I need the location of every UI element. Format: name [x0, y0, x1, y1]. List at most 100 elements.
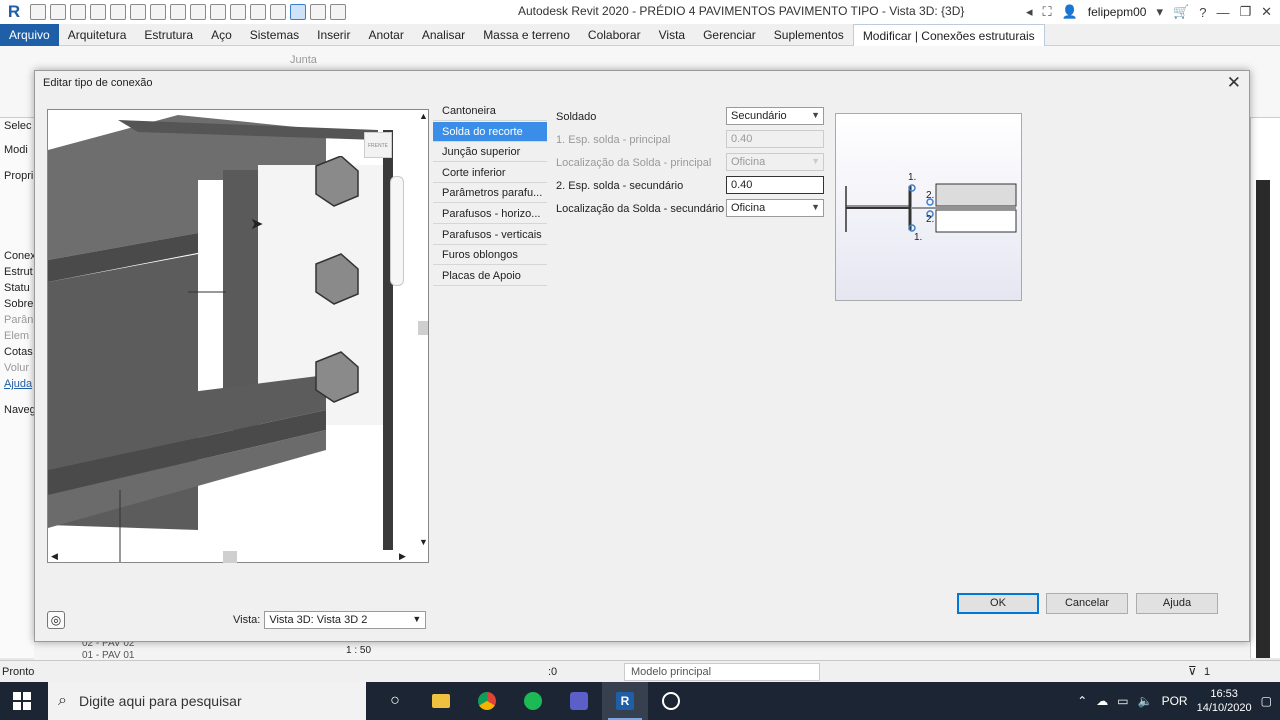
redo-icon[interactable]: [130, 4, 146, 20]
battery-icon[interactable]: ▭: [1117, 694, 1128, 708]
open-icon[interactable]: [50, 4, 66, 20]
minimize-icon[interactable]: —: [1216, 5, 1229, 20]
tab-arquivo[interactable]: Arquivo: [0, 23, 59, 46]
view-cube[interactable]: FRENTE: [364, 132, 392, 158]
help-icon[interactable]: ?: [1199, 5, 1206, 20]
scroll-up-icon[interactable]: ▲: [419, 111, 428, 121]
left-panel-item[interactable]: Conex: [0, 248, 37, 264]
nav-item-placas-de-apoio[interactable]: Placas de Apoio: [433, 266, 547, 286]
nav-item-juncao-superior[interactable]: Junção superior: [433, 142, 547, 163]
close-hidden-icon[interactable]: [310, 4, 326, 20]
weld-thickness-primary-field: 0.40: [726, 130, 824, 148]
3d-model-render: [48, 115, 393, 562]
nav-item-furos-oblongos[interactable]: Furos oblongos: [433, 245, 547, 266]
taskbar-search-box[interactable]: ⌕ Digite aqui para pesquisar: [48, 682, 366, 720]
scroll-right-icon[interactable]: ▶: [399, 551, 406, 562]
print-icon[interactable]: [150, 4, 166, 20]
thin-lines-icon[interactable]: [290, 4, 306, 20]
tab-modificar-conexoes[interactable]: Modificar | Conexões estruturais: [852, 23, 1045, 46]
restore-icon[interactable]: ❐: [1239, 4, 1251, 20]
tab-aco[interactable]: Aço: [202, 24, 241, 46]
notifications-icon[interactable]: ▢: [1261, 694, 1272, 708]
tab-gerenciar[interactable]: Gerenciar: [694, 24, 765, 46]
nav-item-parafusos-horizontais[interactable]: Parafusos - horizo...: [433, 204, 547, 224]
scale-label[interactable]: 1 : 50: [346, 645, 371, 656]
clock[interactable]: 16:53 14/10/2020: [1197, 687, 1252, 715]
tab-vista[interactable]: Vista: [650, 24, 694, 46]
title-bar: R Autodesk Revit 2020 - PRÉDIO 4 PAVIMEN…: [0, 0, 1280, 24]
tab-colaborar[interactable]: Colaborar: [579, 24, 650, 46]
text-icon[interactable]: [230, 4, 246, 20]
tab-analisar[interactable]: Analisar: [413, 24, 474, 46]
measure-icon[interactable]: [170, 4, 186, 20]
tag-icon[interactable]: [210, 4, 226, 20]
chrome-icon[interactable]: [464, 682, 510, 720]
language-indicator[interactable]: POR: [1162, 694, 1188, 708]
binoculars-icon[interactable]: ⛶: [1042, 4, 1051, 20]
tab-anotar[interactable]: Anotar: [359, 24, 412, 46]
nav-item-cantoneira[interactable]: Cantoneira: [433, 101, 547, 121]
user-name[interactable]: felipepm00: [1088, 5, 1147, 19]
cart-icon[interactable]: 🛒: [1173, 4, 1189, 20]
home-icon[interactable]: [30, 4, 46, 20]
close-icon[interactable]: ✕: [1227, 73, 1241, 93]
tab-massa-e-terreno[interactable]: Massa e terreno: [474, 24, 579, 46]
navigation-bar[interactable]: [390, 176, 404, 286]
vista-select[interactable]: Vista 3D: Vista 3D 2 ▼: [264, 611, 427, 629]
junta-label[interactable]: Junta: [290, 54, 317, 66]
revit-logo-icon[interactable]: R: [4, 2, 24, 22]
weld-location-secondary-select[interactable]: Oficina ▼: [726, 199, 824, 217]
sync-icon[interactable]: [90, 4, 106, 20]
nav-item-corte-inferior[interactable]: Corte inferior: [433, 163, 547, 183]
active-model-select[interactable]: Modelo principal: [624, 663, 820, 681]
undo-icon[interactable]: [110, 4, 126, 20]
windows-start-icon[interactable]: [12, 691, 32, 711]
vista-selector: Vista: Vista 3D: Vista 3D 2 ▼: [233, 611, 427, 629]
dimension-icon[interactable]: [190, 4, 206, 20]
weld-thickness-secondary-field[interactable]: 0.40: [726, 176, 824, 194]
switch-windows-icon[interactable]: [330, 4, 346, 20]
onedrive-icon[interactable]: ☁: [1096, 694, 1108, 708]
revit-taskbar-icon[interactable]: R: [602, 682, 648, 720]
chevron-left-icon[interactable]: ◂: [1026, 4, 1033, 20]
3d-view-icon[interactable]: [250, 4, 266, 20]
filter-icon[interactable]: ⊽: [1188, 664, 1197, 678]
view-vertical-scrollbar[interactable]: ▲ ▼: [415, 111, 431, 551]
tab-estrutura[interactable]: Estrutura: [135, 24, 202, 46]
scroll-down-icon[interactable]: ▼: [419, 537, 428, 547]
help-button[interactable]: Ajuda: [1136, 593, 1218, 614]
tray-chevron-up-icon[interactable]: ⌃: [1077, 694, 1087, 708]
spotify-icon[interactable]: [510, 682, 556, 720]
left-panel-item[interactable]: Ajuda: [0, 376, 37, 392]
tab-suplementos[interactable]: Suplementos: [765, 24, 853, 46]
section-icon[interactable]: [270, 4, 286, 20]
tab-arquitetura[interactable]: Arquitetura: [59, 24, 136, 46]
settings-icon[interactable]: ◎: [47, 611, 65, 629]
nav-item-parametros-parafusos[interactable]: Parâmetros parafu...: [433, 183, 547, 204]
left-panel-item[interactable]: Selec: [0, 118, 37, 134]
tab-sistemas[interactable]: Sistemas: [241, 24, 308, 46]
task-view-icon[interactable]: ○: [372, 682, 418, 720]
scroll-left-icon[interactable]: ◀: [51, 551, 58, 562]
soldado-select[interactable]: Secundário ▼: [726, 107, 824, 125]
save-icon[interactable]: [70, 4, 86, 20]
nav-item-solda-do-recorte[interactable]: Solda do recorte: [433, 121, 547, 142]
teams-icon[interactable]: [556, 682, 602, 720]
connection-3d-view[interactable]: FRENTE ➤: [47, 109, 429, 563]
nav-item-parafusos-verticais[interactable]: Parafusos - verticais: [433, 225, 547, 245]
ok-button[interactable]: OK: [957, 593, 1039, 614]
volume-icon[interactable]: 🔈: [1138, 694, 1153, 708]
tab-inserir[interactable]: Inserir: [308, 24, 359, 46]
window-close-icon[interactable]: ✕: [1261, 4, 1272, 20]
scroll-thumb[interactable]: [223, 551, 237, 563]
cancel-button[interactable]: Cancelar: [1046, 593, 1128, 614]
chevron-down-icon[interactable]: ▾: [1156, 4, 1163, 20]
right-viewport-edge: [1250, 118, 1280, 658]
user-icon[interactable]: 👤: [1062, 4, 1078, 20]
scroll-thumb[interactable]: [418, 321, 428, 335]
view-horizontal-scrollbar[interactable]: ◀ ▶: [47, 549, 413, 565]
left-panel-item: Parân: [4, 314, 34, 326]
file-explorer-icon[interactable]: [418, 682, 464, 720]
left-panel-item[interactable]: Modi: [0, 142, 37, 158]
obs-icon[interactable]: [648, 682, 694, 720]
